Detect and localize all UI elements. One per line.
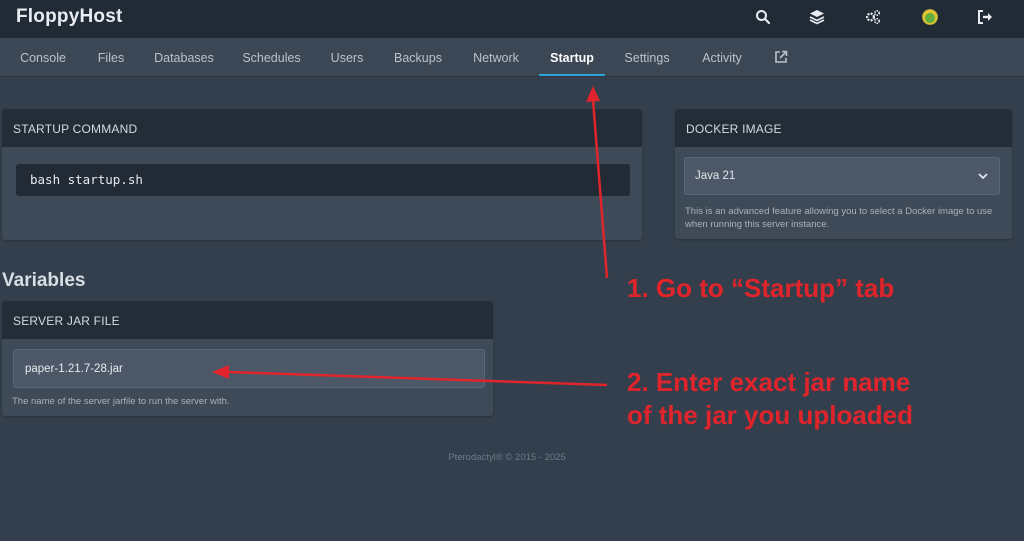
tab-files[interactable]: Files xyxy=(90,38,132,76)
active-tab-indicator xyxy=(539,74,605,76)
top-navbar: FloppyHost xyxy=(0,0,1024,38)
footer-copyright: Pterodactyl® © 2015 - 2025 xyxy=(448,452,566,463)
tab-console[interactable]: Console xyxy=(12,38,74,76)
brand-logo[interactable]: FloppyHost xyxy=(16,6,123,28)
chevron-down-icon xyxy=(978,173,988,180)
server-jar-card: SERVER JAR FILE The name of the server j… xyxy=(2,301,493,416)
annotation-step2-line2: of the jar you uploaded xyxy=(627,400,914,430)
server-jar-input[interactable] xyxy=(13,349,485,388)
avatar[interactable] xyxy=(921,8,939,26)
docker-image-header: DOCKER IMAGE xyxy=(675,109,1012,147)
server-jar-header: SERVER JAR FILE xyxy=(2,301,493,339)
tab-backups[interactable]: Backups xyxy=(388,38,448,76)
search-icon[interactable] xyxy=(754,8,772,26)
startup-command-card: STARTUP COMMAND bash startup.sh xyxy=(2,109,642,240)
startup-command-header: STARTUP COMMAND xyxy=(2,109,642,147)
docker-image-select[interactable]: Java 21 xyxy=(684,157,1000,195)
tab-databases[interactable]: Databases xyxy=(149,38,219,76)
tab-schedules[interactable]: Schedules xyxy=(238,38,305,76)
docker-image-selected: Java 21 xyxy=(695,170,736,182)
cogs-icon[interactable] xyxy=(864,8,882,26)
annotation-step2-line1: 2. Enter exact jar name xyxy=(627,367,911,397)
annotation-step1: 1. Go to “Startup” tab xyxy=(627,273,895,303)
tab-network[interactable]: Network xyxy=(466,38,526,76)
docker-image-card: DOCKER IMAGE Java 21 This is an advanced… xyxy=(675,109,1012,239)
external-link-icon[interactable] xyxy=(774,50,788,64)
docker-image-help: This is an advanced feature allowing you… xyxy=(685,206,993,230)
tab-activity[interactable]: Activity xyxy=(694,38,750,76)
variables-title: Variables xyxy=(2,270,86,291)
server-nav-tabs: Console Files Databases Schedules Users … xyxy=(0,38,1024,77)
sign-out-icon[interactable] xyxy=(976,8,994,26)
layers-icon[interactable] xyxy=(808,8,826,26)
tab-settings[interactable]: Settings xyxy=(617,38,677,76)
server-jar-help: The name of the server jarfile to run th… xyxy=(12,396,230,407)
tab-startup[interactable]: Startup xyxy=(539,38,605,76)
arrow-head-startup xyxy=(586,86,600,102)
tab-users[interactable]: Users xyxy=(323,38,371,76)
startup-command-display: bash startup.sh xyxy=(16,164,630,196)
